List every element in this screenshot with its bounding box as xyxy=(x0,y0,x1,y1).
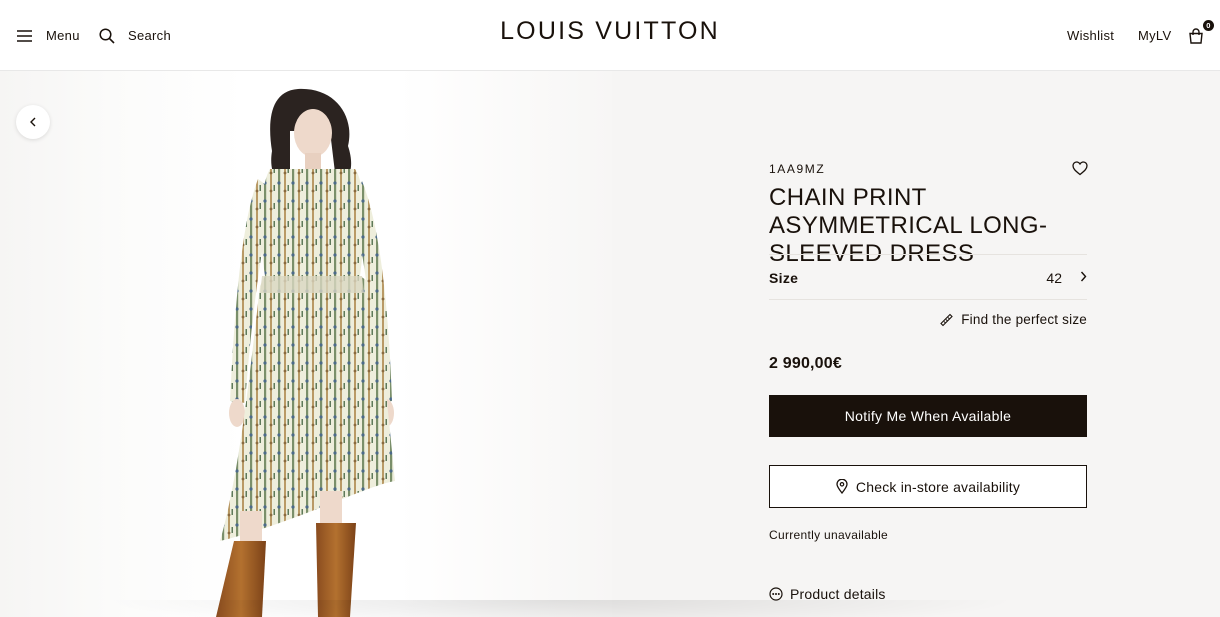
heart-icon xyxy=(1072,161,1088,176)
add-to-wishlist-button[interactable] xyxy=(1072,161,1088,181)
product-sku: 1AA9MZ xyxy=(769,162,826,176)
shopping-bag-button[interactable]: 0 xyxy=(1188,0,1214,71)
brand-logo[interactable]: LOUIS VUITTON xyxy=(500,17,720,45)
product-model-image xyxy=(216,88,395,617)
shopping-bag-icon xyxy=(1189,27,1203,44)
product-panel-background xyxy=(612,71,1220,617)
store-button-label: Check in-store availability xyxy=(855,478,1021,495)
menu-button[interactable]: Menu xyxy=(17,0,80,71)
find-perfect-size-link[interactable]: Find the perfect size xyxy=(939,312,1087,327)
notify-me-button[interactable]: Notify Me When Available xyxy=(769,395,1087,437)
wishlist-link[interactable]: Wishlist xyxy=(1067,0,1114,71)
brand-logo-wrap: LOUIS VUITTON xyxy=(0,17,1220,46)
divider xyxy=(769,299,1087,300)
size-label: Size xyxy=(769,269,799,286)
menu-label: Menu xyxy=(46,28,80,43)
size-selector[interactable]: Size 42 xyxy=(769,255,1087,300)
size-value: 42 xyxy=(1046,269,1062,286)
hamburger-icon xyxy=(17,29,32,42)
find-size-label: Find the perfect size xyxy=(961,312,1087,327)
chevron-left-icon xyxy=(30,117,36,127)
product-image-gallery xyxy=(0,71,612,617)
mylv-link[interactable]: MyLV xyxy=(1138,0,1171,71)
site-header: Menu Search LOUIS VUITTON Wishlist MyLV … xyxy=(0,0,1220,71)
ruler-icon xyxy=(940,313,954,327)
previous-image-button[interactable] xyxy=(16,105,50,139)
bag-count-badge: 0 xyxy=(1203,20,1214,31)
search-label: Search xyxy=(128,28,171,43)
search-icon xyxy=(99,27,115,44)
product-price: 2 990,00€ xyxy=(769,355,842,372)
chevron-right-icon xyxy=(1080,271,1087,282)
check-store-availability-button[interactable]: Check in-store availability xyxy=(769,465,1087,508)
location-pin-icon xyxy=(836,479,848,494)
search-button[interactable]: Search xyxy=(99,0,171,71)
product-details-label: Product details xyxy=(790,586,886,602)
product-details-link[interactable]: Product details xyxy=(769,586,886,602)
more-dots-icon xyxy=(769,587,783,601)
availability-status: Currently unavailable xyxy=(769,528,889,542)
